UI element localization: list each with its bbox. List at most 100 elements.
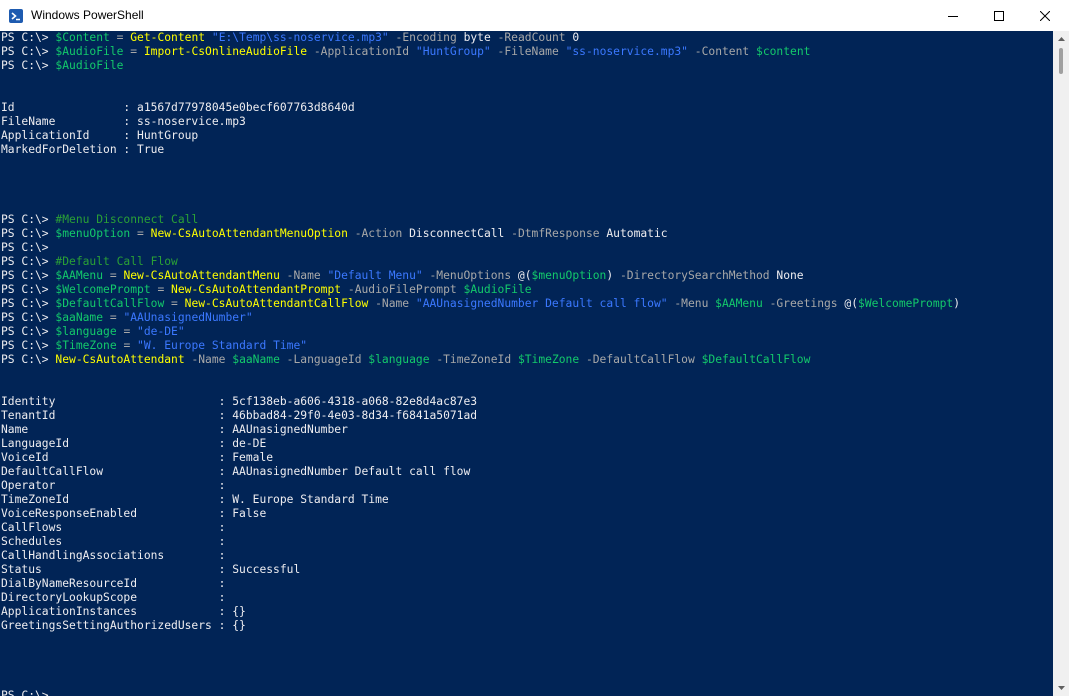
console-token: $aaName bbox=[232, 353, 280, 366]
console-line: TenantId : 46bbad84-29f0-4e03-8d34-f6841… bbox=[1, 409, 960, 423]
console-line: PS C:\> bbox=[1, 689, 960, 696]
close-button[interactable] bbox=[1022, 0, 1068, 31]
console-token: Get-Content bbox=[130, 31, 206, 44]
console-token: "AAUnasignedNumber" bbox=[123, 311, 253, 324]
vertical-scrollbar[interactable] bbox=[1053, 31, 1069, 696]
console-token: @( bbox=[517, 269, 532, 282]
console-line: PS C:\> $menuOption = New-CsAutoAttendan… bbox=[1, 227, 960, 241]
console-token: $AudioFile bbox=[55, 59, 124, 72]
console-token: PS C:\> bbox=[1, 353, 56, 366]
scroll-down-button[interactable] bbox=[1053, 682, 1069, 694]
console-line: Identity : 5cf138eb-a606-4318-a068-82e8d… bbox=[1, 395, 960, 409]
console-token: $language bbox=[368, 353, 430, 366]
console-token: @( bbox=[844, 297, 859, 310]
console-token: Import-CsOnlineAudioFile bbox=[143, 45, 308, 58]
console-token bbox=[205, 31, 212, 44]
console-line: VoiceId : Female bbox=[1, 451, 960, 465]
console-token: -Encoding bbox=[388, 31, 464, 44]
console-token: $WelcomePrompt bbox=[858, 297, 954, 310]
console-token: DirectoryLookupScope : bbox=[1, 591, 226, 604]
scroll-up-button[interactable] bbox=[1053, 33, 1069, 45]
console-token: $TimeZone bbox=[517, 353, 580, 366]
console-output[interactable]: PS C:\> $Content = Get-Content "E:\Temp\… bbox=[0, 31, 1053, 696]
console-token: -ReadCount bbox=[490, 31, 573, 44]
console-token: #Menu Disconnect Call bbox=[55, 213, 199, 226]
console-token: -Content bbox=[688, 45, 757, 58]
arrow-up-icon bbox=[1057, 37, 1065, 41]
scroll-thumb[interactable] bbox=[1059, 48, 1063, 74]
console-line: Status : Successful bbox=[1, 563, 960, 577]
console-token: "E:\Temp\ss-noservice.mp3" bbox=[211, 31, 389, 44]
console-token: PS C:\> bbox=[1, 31, 56, 44]
console-token: PS C:\> bbox=[1, 297, 56, 310]
console-line: GreetingsSettingAuthorizedUsers : {} bbox=[1, 619, 960, 633]
console-token: PS C:\> bbox=[1, 311, 56, 324]
console-line: PS C:\> $AudioFile bbox=[1, 59, 960, 73]
console-token: "AAUnasignedNumber Default call flow" bbox=[415, 297, 668, 310]
minimize-button[interactable] bbox=[930, 0, 976, 31]
console-line: CallHandlingAssociations : bbox=[1, 549, 960, 563]
console-token: #Default Call Flow bbox=[55, 255, 178, 268]
console-token: GreetingsSettingAuthorizedUsers : {} bbox=[1, 619, 246, 632]
console-token: -AudioFilePrompt bbox=[341, 283, 464, 296]
console-line: PS C:\> $AudioFile = Import-CsOnlineAudi… bbox=[1, 45, 960, 59]
console-line: PS C:\> $language = "de-DE" bbox=[1, 325, 960, 339]
console-token: $AAMenu bbox=[55, 269, 104, 282]
console-token: = bbox=[116, 325, 138, 338]
console-token: PS C:\> bbox=[1, 59, 56, 72]
console-token: $WelcomePrompt bbox=[55, 283, 151, 296]
minimize-icon bbox=[948, 15, 958, 17]
console-token: PS C:\> bbox=[1, 339, 56, 352]
console-line: Name : AAUnasignedNumber bbox=[1, 423, 960, 437]
console-token: $TimeZone bbox=[55, 339, 117, 352]
console-token: PS C:\> bbox=[1, 227, 56, 240]
console-token: VoiceResponseEnabled : False bbox=[1, 507, 267, 520]
console-token: -Greetings bbox=[762, 297, 845, 310]
console-token: -MenuOptions bbox=[422, 269, 518, 282]
console-token: "Default Menu" bbox=[327, 269, 423, 282]
console-line: DirectoryLookupScope : bbox=[1, 591, 960, 605]
maximize-button[interactable] bbox=[976, 0, 1022, 31]
console-token: -Name bbox=[368, 297, 416, 310]
console-token: $language bbox=[55, 325, 117, 338]
arrow-down-icon bbox=[1057, 686, 1065, 690]
console-token: "HuntGroup" bbox=[415, 45, 491, 58]
title-bar[interactable]: Windows PowerShell bbox=[0, 0, 1069, 32]
console-line: ApplicationInstances : {} bbox=[1, 605, 960, 619]
console-token: ) bbox=[953, 297, 961, 310]
console-token: PS C:\> bbox=[1, 45, 56, 58]
console-token: FileName : ss-noservice.mp3 bbox=[1, 115, 246, 128]
close-icon bbox=[1040, 10, 1050, 21]
console-token: None bbox=[776, 269, 804, 282]
console-token: PS C:\> bbox=[1, 325, 56, 338]
console-token: $AudioFile bbox=[463, 283, 532, 296]
console-token: byte bbox=[463, 31, 491, 44]
console-line: PS C:\> bbox=[1, 241, 960, 255]
console-token: ApplicationId : HuntGroup bbox=[1, 129, 199, 142]
powershell-icon[interactable] bbox=[9, 9, 23, 23]
console-token: $menuOption bbox=[531, 269, 607, 282]
console-line: Id : a1567d77978045e0becf607763d8640d bbox=[1, 101, 960, 115]
console-token: $menuOption bbox=[55, 227, 131, 240]
console-token: Id : a1567d77978045e0becf607763d8640d bbox=[1, 101, 355, 114]
console-token: PS C:\> bbox=[1, 689, 49, 696]
console-token: -Action bbox=[347, 227, 410, 240]
console-token: -LanguageId bbox=[279, 353, 369, 366]
console-token: -DirectorySearchMethod bbox=[613, 269, 777, 282]
console-token: = bbox=[150, 283, 172, 296]
console-token: Identity : 5cf138eb-a606-4318-a068-82e8d… bbox=[1, 395, 478, 408]
console-token: "de-DE" bbox=[137, 325, 185, 338]
console-line: PS C:\> $Content = Get-Content "E:\Temp\… bbox=[1, 31, 960, 45]
console-line: PS C:\> $TimeZone = "W. Europe Standard … bbox=[1, 339, 960, 353]
console-token: Name : AAUnasignedNumber bbox=[1, 423, 348, 436]
console-line: PS C:\> New-CsAutoAttendant -Name $aaNam… bbox=[1, 353, 960, 367]
console-line: Schedules : bbox=[1, 535, 960, 549]
console-line: PS C:\> $AAMenu = New-CsAutoAttendantMen… bbox=[1, 269, 960, 283]
